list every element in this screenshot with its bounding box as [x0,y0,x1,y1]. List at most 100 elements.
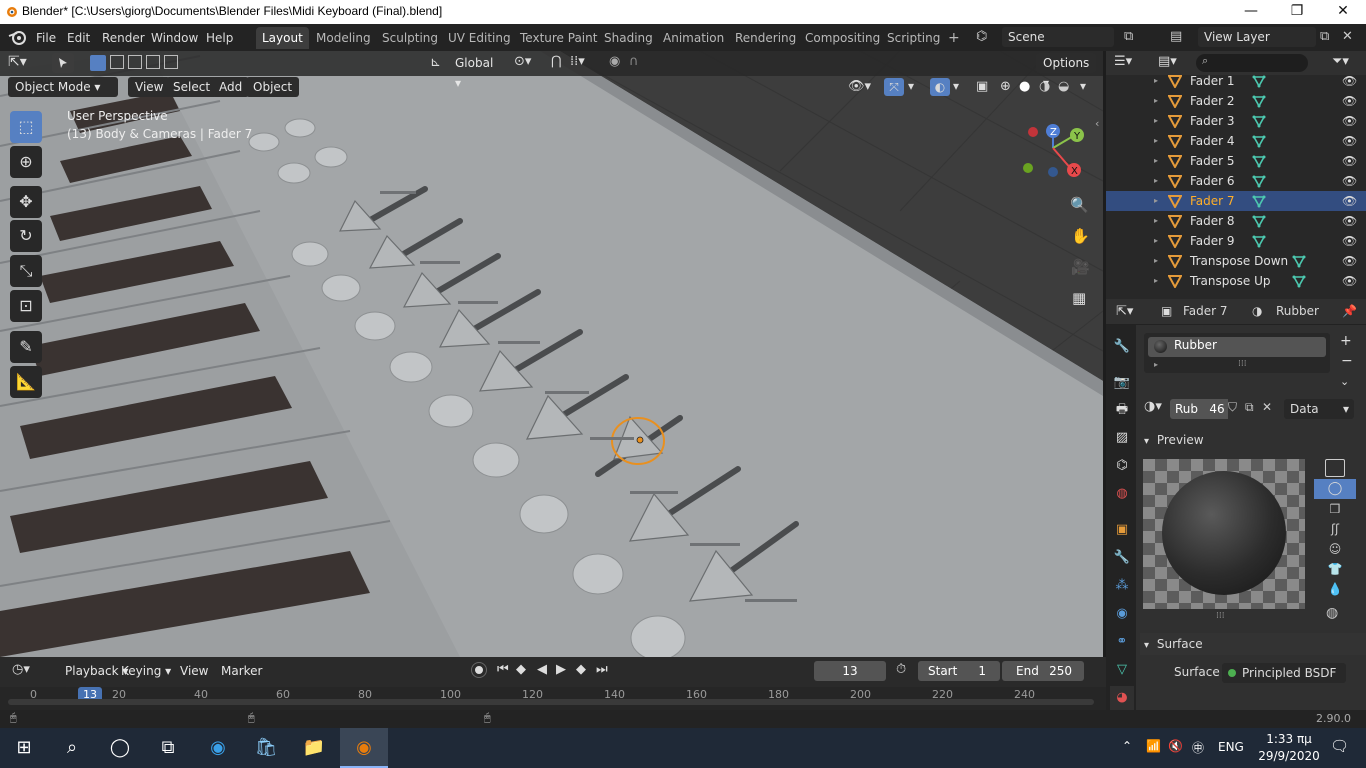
object-menu-button[interactable]: Object [246,77,300,97]
expand-arrow-icon[interactable]: ▸ [1154,231,1158,251]
preview-flat-icon[interactable] [1325,459,1345,477]
browse-material-icon[interactable]: ◑▾ [1144,399,1162,414]
select-subtract-icon[interactable] [128,55,142,69]
outliner-row[interactable]: ▸ Fader 1 👁 [1106,71,1366,91]
tab-layout[interactable]: Layout [256,27,309,49]
prev-keyframe-icon[interactable]: ◆ [516,662,526,677]
clock-time[interactable]: 1:33 πμ [1262,732,1316,746]
search-icon[interactable]: ⌕ [48,728,96,768]
world-tab-icon[interactable]: ◍ [1110,482,1134,506]
visibility-eye-icon[interactable]: 👁 [1342,71,1357,91]
navigation-gizmo[interactable]: Z Y X [1018,121,1090,183]
annotate-tool[interactable]: ✎ [10,331,42,363]
preview-sphere-icon[interactable]: ◯ [1314,479,1356,499]
select-cursor-button[interactable] [52,53,74,73]
volume-icon[interactable]: 🔇 [1168,739,1183,753]
expand-arrow-icon[interactable]: ▸ [1154,151,1158,171]
expand-arrow-icon[interactable]: ▸ [1154,251,1158,271]
outliner-row[interactable]: ▸ Fader 4 👁 [1106,131,1366,151]
rendered-shading-icon[interactable]: ◒ [1058,79,1069,94]
menu-window[interactable]: Window [146,29,203,47]
preview-cloth-icon[interactable]: 👕 [1314,559,1356,579]
visibility-eye-icon[interactable]: 👁 [1342,211,1357,231]
add-menu-button[interactable]: Add [212,77,250,97]
tab-rendering[interactable]: Rendering [729,27,802,49]
network-icon[interactable]: 📶 [1146,739,1161,753]
scene-tab-icon[interactable]: ⌬ [1110,454,1134,478]
gizmo-toggle-icon[interactable]: ⤧ [884,78,904,96]
menu-render[interactable]: Render [97,29,150,47]
input-method-icon[interactable]: ㊥ [1192,739,1204,756]
measure-tool[interactable]: 📐 [10,366,42,398]
new-view-layer-icon[interactable]: ⧉ [1320,29,1329,44]
file-explorer-icon[interactable]: 📁 [290,728,338,768]
clock-date[interactable]: 29/9/2020 [1254,749,1324,763]
data-tab-icon[interactable]: ▽ [1110,658,1134,682]
falloff-icon[interactable]: ∩ [629,54,639,69]
expand-arrow-icon[interactable]: ▸ [1154,211,1158,231]
notifications-icon[interactable]: 🗨 [1330,737,1349,755]
new-scene-icon[interactable]: ⧉ [1124,29,1133,44]
transform-orientation-dropdown[interactable]: Global ▾ [448,53,506,90]
mesh-data-icon[interactable] [1252,94,1266,108]
tab-scripting[interactable]: Scripting [881,27,946,49]
preview-world-icon[interactable]: ◍ [1326,605,1338,621]
proportional-editing-icon[interactable]: ◉ [609,54,620,69]
preview-resize-icon[interactable]: ⁞⁞⁞ [1216,611,1225,621]
physics-tab-icon[interactable]: ◉ [1110,602,1134,626]
overlays-dropdown-icon[interactable]: ▾ [953,79,959,93]
outliner-row[interactable]: ▸ Fader 9 👁 [1106,231,1366,251]
menu-help[interactable]: Help [201,29,238,47]
output-tab-icon[interactable]: 🖶 [1110,398,1134,422]
wireframe-shading-icon[interactable]: ⊕ [1000,79,1011,94]
pivot-point-icon[interactable]: ⊙▾ [514,54,531,69]
task-view-icon[interactable]: ⧉ [144,728,192,768]
menu-edit[interactable]: Edit [62,29,95,47]
scene-field[interactable]: Scene [1002,27,1114,47]
material-users-count[interactable]: 46 [1206,399,1228,419]
material-tab-icon[interactable]: ◕ [1110,686,1134,710]
link-dropdown[interactable]: Data ▾ [1284,399,1354,419]
scale-tool[interactable]: ⤡ [10,255,42,287]
camera-view-icon[interactable]: 🎥 [1071,258,1090,276]
view-menu-button[interactable]: View [128,77,171,97]
record-button[interactable] [471,662,487,678]
tab-modeling[interactable]: Modeling [310,27,377,49]
visibility-eye-icon[interactable]: 👁 [1342,151,1357,171]
cortana-icon[interactable]: ◯ [96,728,144,768]
resize-handle-icon[interactable]: ⁞⁞⁞ [1238,359,1247,369]
scene-icon[interactable]: ⌬ [976,29,987,44]
visibility-eye-icon[interactable]: 👁 [1342,131,1357,151]
add-slot-button[interactable]: + [1340,333,1352,349]
next-keyframe-icon[interactable]: ◆ [576,662,586,677]
outliner-row[interactable]: ▸ Fader 5 👁 [1106,151,1366,171]
pan-hand-icon[interactable]: ✋ [1071,227,1090,245]
mesh-data-icon[interactable] [1252,214,1266,228]
mesh-data-icon[interactable] [1252,154,1266,168]
remove-slot-button[interactable]: − [1341,353,1353,369]
outliner-search-input[interactable] [1196,54,1308,72]
visibility-eye-icon[interactable]: 👁 [1342,91,1357,111]
menu-file[interactable]: File [31,29,61,47]
restore-button[interactable]: ❐ [1274,0,1320,24]
mesh-data-icon[interactable] [1292,274,1306,288]
rotate-tool[interactable]: ↻ [10,220,42,252]
preview-panel-header[interactable]: ▾ Preview [1140,429,1366,451]
properties-editor-icon[interactable]: ⇱▾ [1116,304,1133,319]
object-tab-icon[interactable]: ▣ [1110,518,1134,542]
play-icon[interactable]: ▶ [556,662,566,677]
render-tab-icon[interactable]: 📷 [1110,371,1134,395]
preview-monkey-icon[interactable]: ☺ [1314,539,1356,559]
outliner-row[interactable]: ▸ Fader 6 👁 [1106,171,1366,191]
mesh-data-icon[interactable] [1252,234,1266,248]
minimize-button[interactable]: — [1228,0,1274,24]
mesh-data-icon[interactable] [1252,74,1266,88]
keying-menu[interactable]: Keying ▾ [114,661,178,681]
move-tool[interactable]: ✥ [10,186,42,218]
close-button[interactable]: ✕ [1320,0,1366,24]
editor-type-icon[interactable]: ⇱▾ [8,54,27,70]
preview-hair-icon[interactable]: ʃʃ [1314,519,1356,539]
play-reverse-icon[interactable]: ◀ [537,662,547,677]
tab-texture-paint[interactable]: Texture Paint [514,27,603,49]
sidebar-toggle-icon[interactable]: ‹ [1095,117,1099,130]
